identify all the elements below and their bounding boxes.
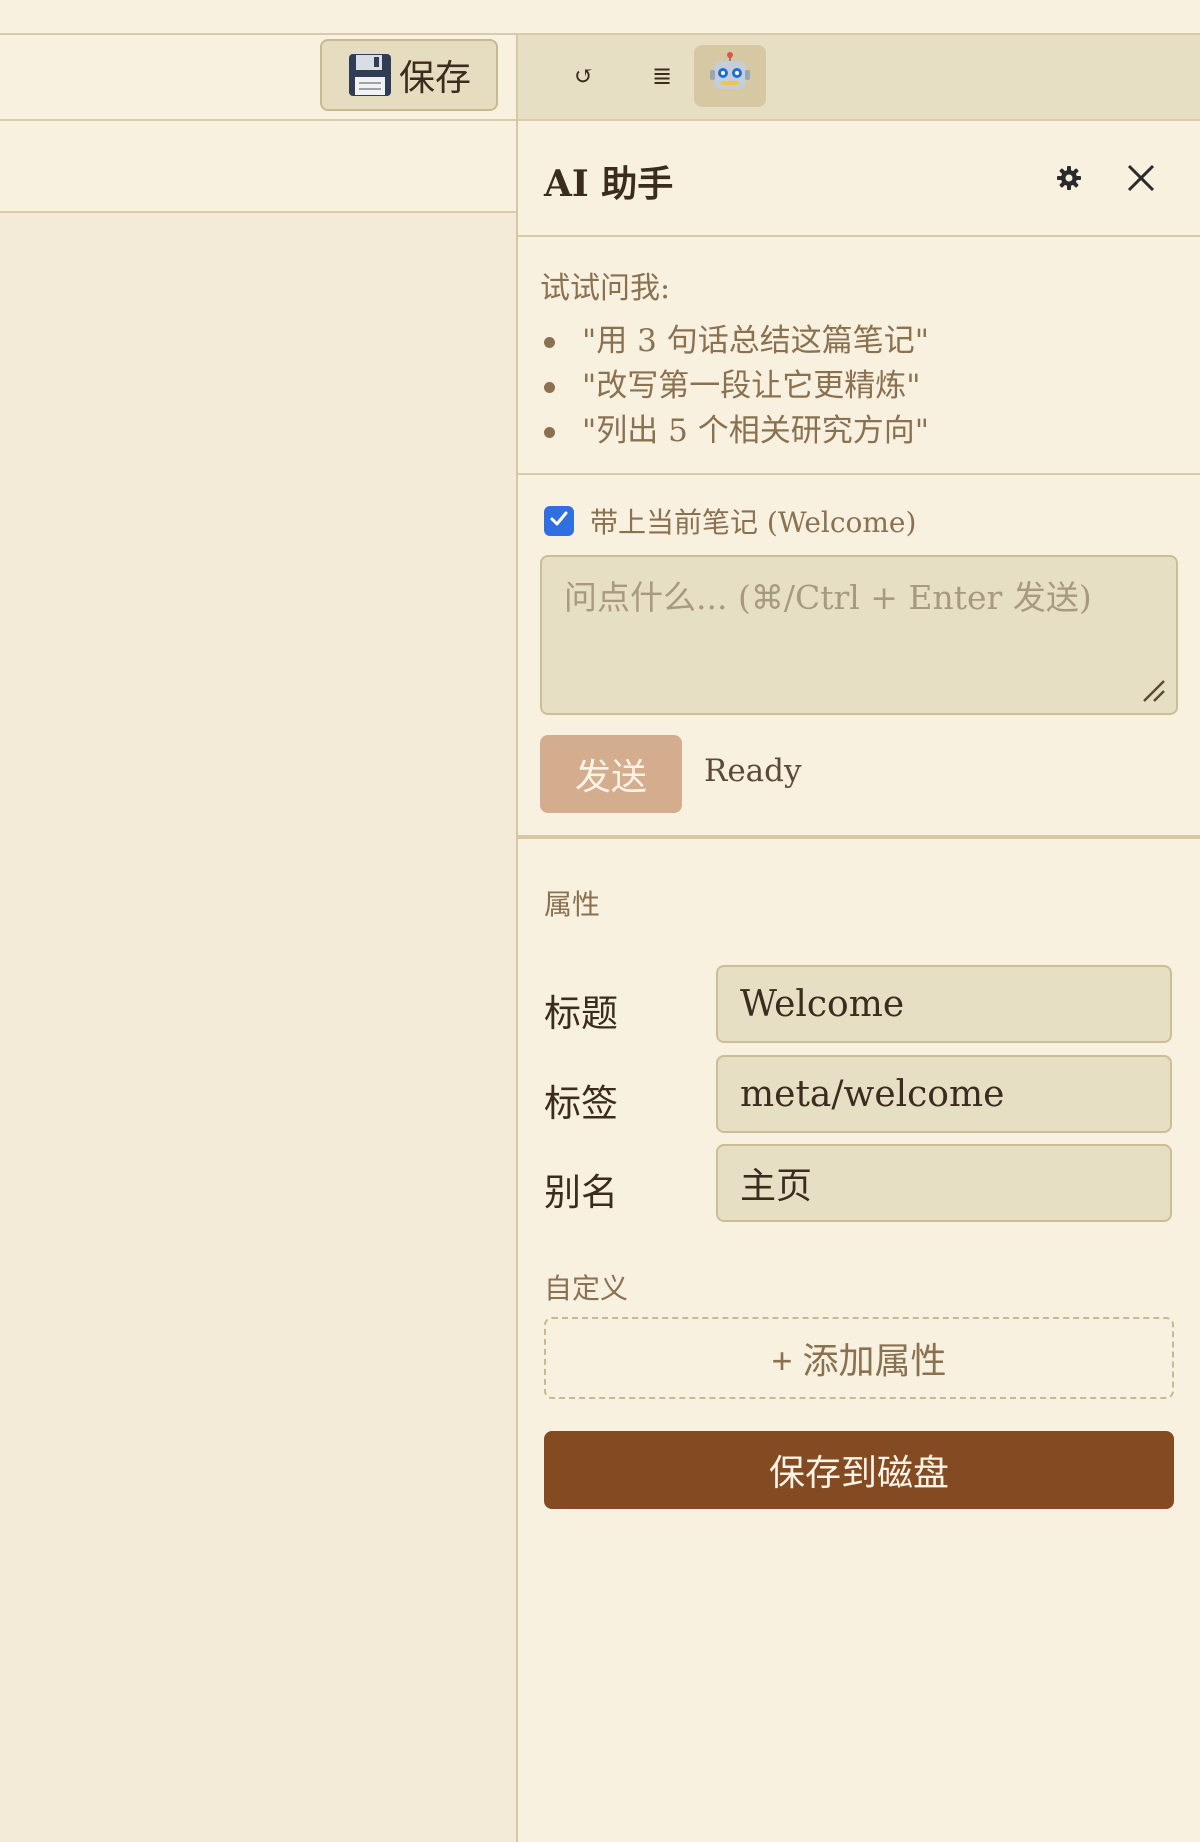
panel-toolbar: ↺ ≣ [518, 35, 1200, 121]
ask-section: 带上当前笔记 (Welcome) 发送 Ready [518, 475, 1200, 839]
suggestion-item[interactable]: "列出 5 个相关研究方向" [540, 409, 929, 454]
save-button-label: 保存 [398, 57, 471, 98]
refresh-icon: ↺ [573, 62, 595, 90]
properties-section: 属性 标题 标签 别名 自定义 + 添加属性 保存到磁盘 [518, 839, 1200, 1539]
close-icon [1126, 163, 1156, 197]
bullet-icon [544, 337, 555, 348]
list-icon: ≣ [651, 62, 673, 90]
save-button[interactable]: 保存 [320, 39, 498, 111]
bullet-icon [544, 427, 555, 438]
property-row-tags: 标签 [544, 1055, 1174, 1133]
add-property-button[interactable]: + 添加属性 [544, 1317, 1174, 1399]
suggestion-item[interactable]: "用 3 句话总结这篇笔记" [540, 319, 929, 364]
tags-field[interactable] [716, 1055, 1172, 1133]
refresh-button[interactable]: ↺ [548, 45, 620, 107]
suggestions-heading: 试试问我: [540, 271, 671, 306]
robot-icon [708, 51, 752, 101]
suggestions-section: 试试问我: "用 3 句话总结这篇笔记" "改写第一段让它更精炼" "列出 5 … [518, 237, 1200, 475]
title-field[interactable] [716, 965, 1172, 1043]
editor-toolbar: 保存 [0, 35, 516, 121]
suggestion-text: "用 3 句话总结这篇笔记" [582, 323, 929, 359]
property-label: 标题 [544, 992, 618, 1035]
top-strip [0, 0, 1200, 35]
editor-subbar [0, 121, 516, 213]
app-window: 保存 ↺ ≣ AI 助手 试试问我: "用 3 句话总结这篇笔记" "改写第一段… [0, 0, 1200, 1842]
include-note-label: 带上当前笔记 (Welcome) [590, 506, 917, 539]
ai-panel-title: AI 助手 [544, 163, 674, 205]
ai-settings-button[interactable] [1048, 159, 1090, 201]
right-panel: ↺ ≣ AI 助手 试试问我: "用 3 句话总结这篇笔记" "改写第一段让它更… [518, 35, 1200, 1842]
status-text: Ready [704, 753, 802, 789]
suggestion-item[interactable]: "改写第一段让它更精炼" [540, 364, 929, 409]
alias-field[interactable] [716, 1144, 1172, 1222]
custom-properties-heading: 自定义 [544, 1272, 629, 1305]
floppy-disk-icon [347, 52, 393, 98]
ai-panel-header: AI 助手 [518, 121, 1200, 237]
bullet-icon [544, 382, 555, 393]
ask-input[interactable] [540, 555, 1178, 715]
suggestions-list: "用 3 句话总结这篇笔记" "改写第一段让它更精炼" "列出 5 个相关研究方… [540, 319, 929, 454]
property-row-alias: 别名 [544, 1144, 1174, 1222]
outline-button[interactable]: ≣ [626, 45, 698, 107]
property-label: 别名 [544, 1171, 618, 1214]
resize-grip-icon[interactable] [1140, 677, 1166, 707]
property-row-title: 标题 [544, 965, 1174, 1043]
gear-icon [1056, 165, 1082, 195]
include-note-row: 带上当前笔记 (Welcome) [544, 501, 916, 541]
editor-column: 保存 [0, 35, 516, 1842]
property-label: 标签 [544, 1082, 618, 1125]
ai-assistant-toggle[interactable] [694, 45, 766, 107]
suggestion-text: "列出 5 个相关研究方向" [582, 413, 929, 449]
ai-close-button[interactable] [1118, 157, 1164, 203]
save-to-disk-button[interactable]: 保存到磁盘 [544, 1431, 1174, 1509]
send-button[interactable]: 发送 [540, 735, 682, 813]
suggestion-text: "改写第一段让它更精炼" [582, 368, 921, 404]
properties-heading: 属性 [544, 888, 601, 921]
checkmark-icon [548, 508, 570, 534]
include-note-checkbox[interactable] [544, 506, 574, 536]
